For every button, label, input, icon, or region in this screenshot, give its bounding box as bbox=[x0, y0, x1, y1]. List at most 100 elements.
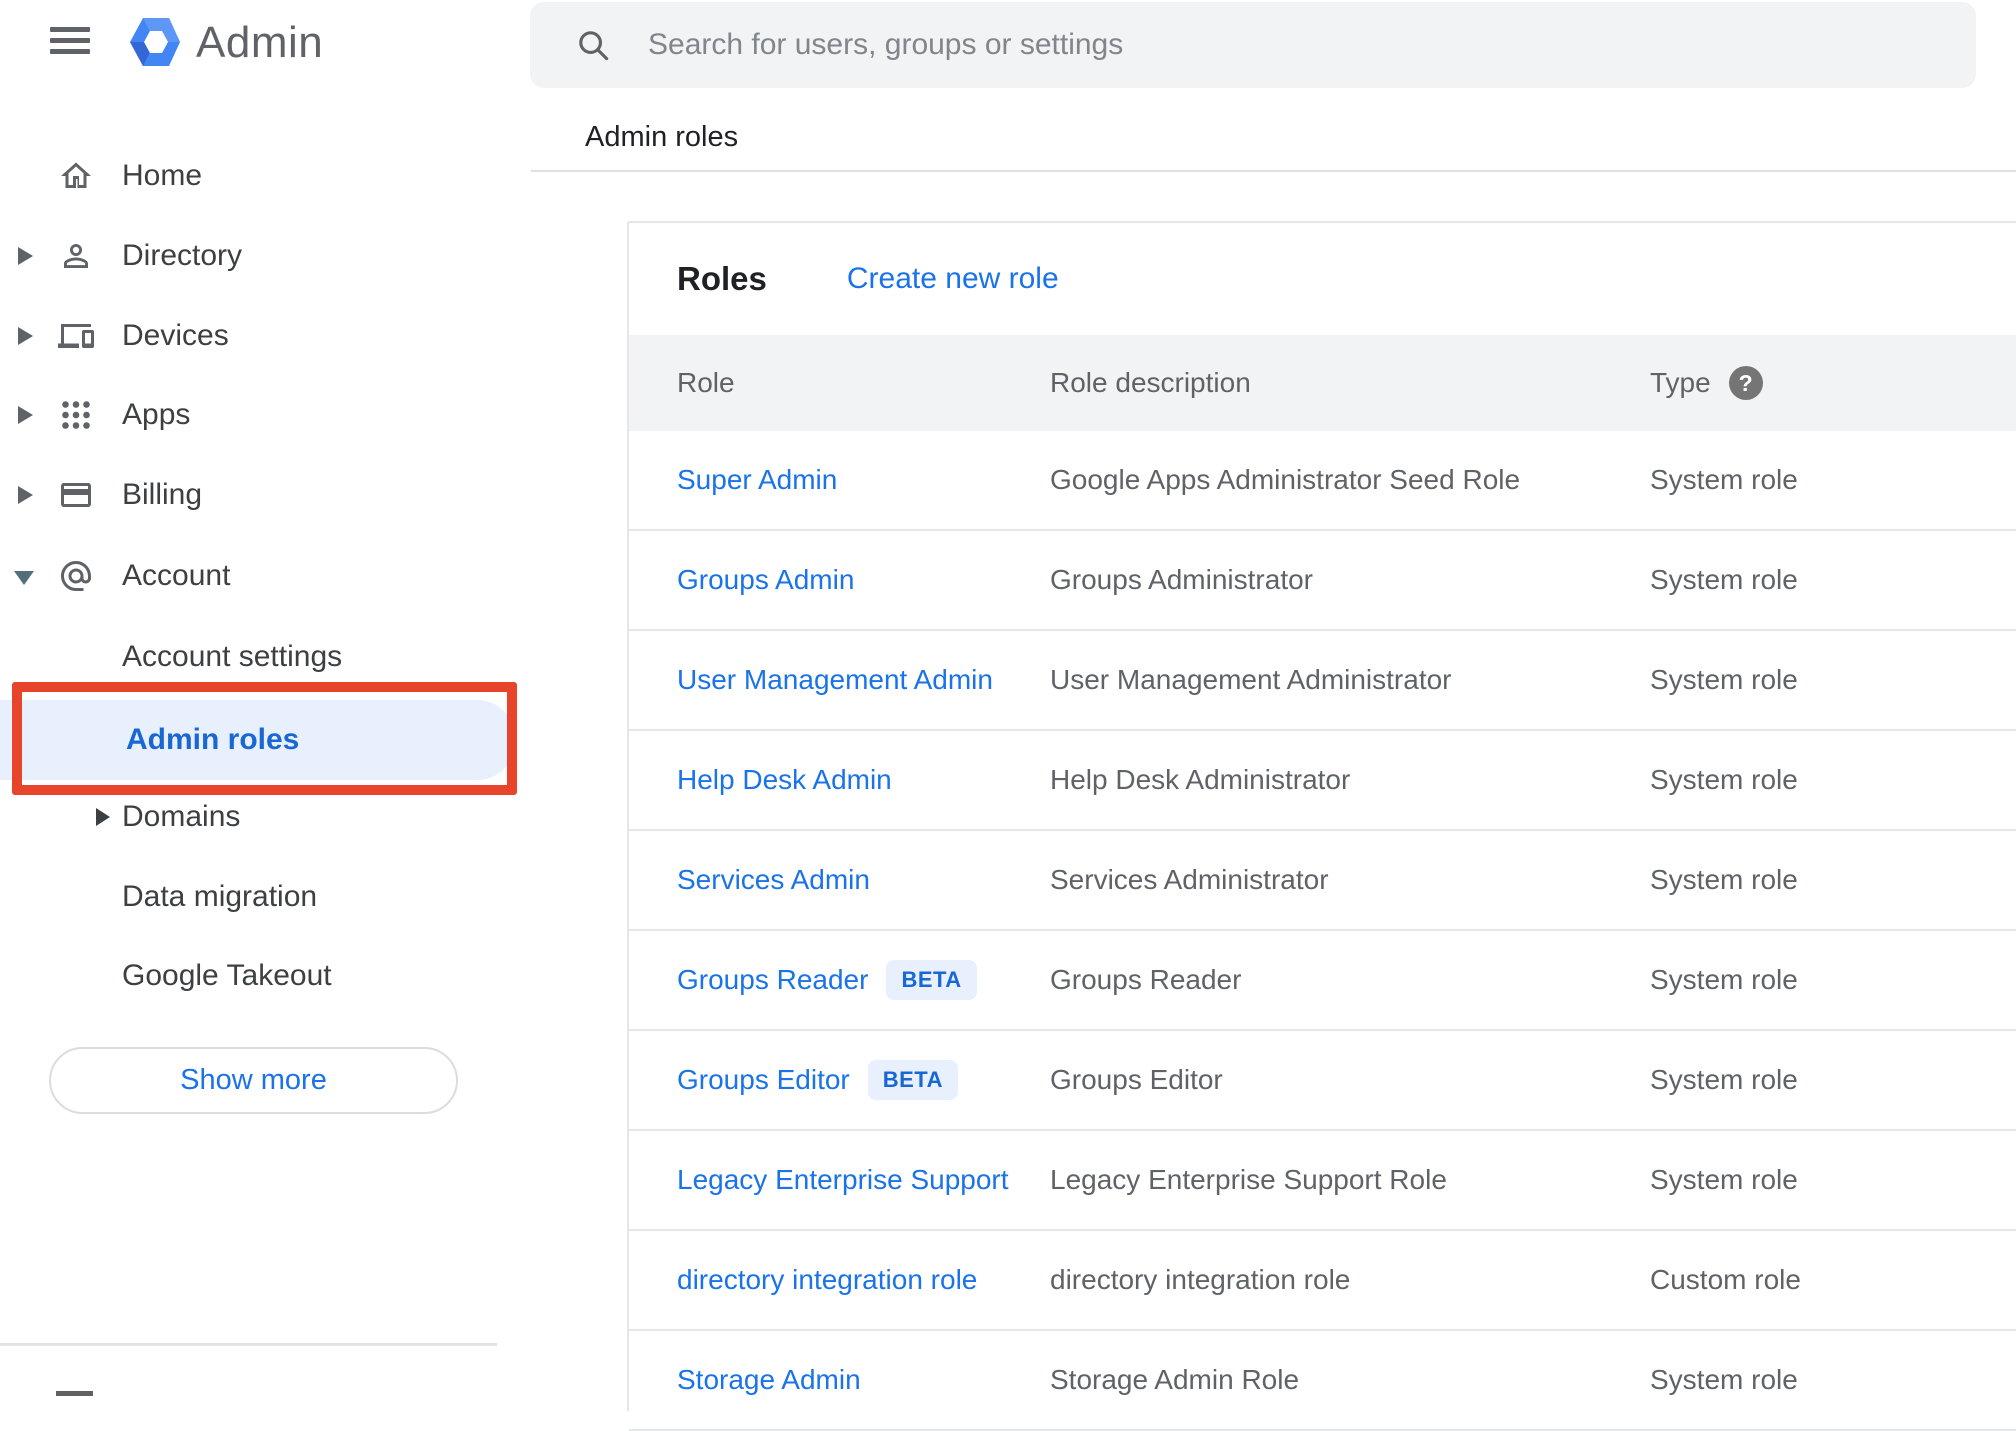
table-row: Groups Reader BETA Groups Reader System rol… bbox=[629, 931, 2016, 1031]
role-description: directory integration role bbox=[1050, 1264, 1351, 1295]
sidebar-divider bbox=[0, 1343, 497, 1346]
role-description: Legacy Enterprise Support Role bbox=[1050, 1164, 1447, 1195]
role-type: System role bbox=[1650, 1164, 1798, 1195]
sidebar: Admin Home Directory Devices Apps Billin… bbox=[0, 0, 517, 1396]
sidebar-item-label: Data migration bbox=[122, 880, 318, 913]
role-link[interactable]: Groups Editor bbox=[677, 1064, 850, 1096]
table-body: Super Admin Google Apps Administrator See… bbox=[629, 431, 2016, 1431]
role-type: System role bbox=[1650, 564, 1798, 595]
role-link[interactable]: Services Admin bbox=[677, 864, 870, 896]
beta-badge: BETA bbox=[867, 1060, 959, 1100]
sidebar-item-label: Account settings bbox=[122, 640, 343, 673]
sidebar-item-data-migration[interactable]: Data migration bbox=[0, 865, 515, 929]
role-link[interactable]: Storage Admin bbox=[677, 1364, 861, 1396]
sidebar-item-admin-roles-selected[interactable]: Admin roles bbox=[0, 700, 517, 780]
table-header-row: Role Role description Type ? bbox=[629, 335, 2016, 431]
expand-caret-icon[interactable] bbox=[18, 247, 33, 265]
role-description: Groups Reader bbox=[1050, 964, 1242, 995]
role-link[interactable]: Super Admin bbox=[677, 464, 837, 496]
role-description: Services Administrator bbox=[1050, 864, 1329, 895]
apps-grid-icon bbox=[58, 397, 94, 433]
app-title: Admin bbox=[196, 18, 324, 67]
role-link[interactable]: Help Desk Admin bbox=[677, 764, 892, 796]
role-link[interactable]: directory integration role bbox=[677, 1264, 977, 1296]
sidebar-item-billing[interactable]: Billing bbox=[0, 455, 515, 535]
sidebar-item-label: Domains bbox=[122, 800, 241, 833]
role-type: System role bbox=[1650, 764, 1798, 795]
table-row: Help Desk Admin Help Desk Administrator Sy… bbox=[629, 731, 2016, 831]
table-row: Services Admin Services Administrator Syst… bbox=[629, 831, 2016, 931]
table-row: Super Admin Google Apps Administrator See… bbox=[629, 431, 2016, 531]
role-description: User Management Administrator bbox=[1050, 664, 1452, 695]
column-header-type-label: Type bbox=[1650, 367, 1711, 398]
role-type: System role bbox=[1650, 464, 1798, 495]
role-link[interactable]: Legacy Enterprise Support bbox=[677, 1164, 1009, 1196]
expand-caret-icon[interactable] bbox=[96, 808, 110, 826]
table-row: Storage Admin Storage Admin Role System ro… bbox=[629, 1331, 2016, 1431]
help-icon[interactable]: ? bbox=[1728, 366, 1763, 400]
search-bar[interactable] bbox=[530, 2, 1976, 88]
partial-item-icon bbox=[56, 1391, 93, 1396]
sidebar-item-label: Home bbox=[122, 159, 203, 192]
role-type: System role bbox=[1650, 964, 1798, 995]
sidebar-item-label: Google Takeout bbox=[122, 959, 332, 992]
sidebar-item-label: Billing bbox=[122, 478, 203, 511]
role-description: Groups Administrator bbox=[1050, 564, 1313, 595]
card-header: Roles Create new role bbox=[629, 223, 2016, 335]
role-link[interactable]: Groups Reader bbox=[677, 964, 868, 996]
table-row: Groups Admin Groups Administrator System r… bbox=[629, 531, 2016, 631]
sidebar-item-home[interactable]: Home bbox=[0, 136, 515, 216]
role-type: System role bbox=[1650, 664, 1798, 695]
role-link[interactable]: Groups Admin bbox=[677, 564, 854, 596]
person-icon bbox=[58, 238, 94, 274]
sidebar-item-domains[interactable]: Domains bbox=[0, 785, 515, 849]
breadcrumb-divider bbox=[531, 170, 2016, 172]
sidebar-item-apps[interactable]: Apps bbox=[0, 375, 515, 455]
role-link[interactable]: User Management Admin bbox=[677, 664, 993, 696]
role-type: System role bbox=[1650, 1064, 1798, 1095]
sidebar-item-label: Admin roles bbox=[126, 723, 300, 756]
table-row: Groups Editor BETA Groups Editor System rol… bbox=[629, 1031, 2016, 1131]
show-more-button[interactable]: Show more bbox=[49, 1047, 458, 1114]
expand-caret-icon[interactable] bbox=[18, 406, 33, 424]
breadcrumb: Admin roles bbox=[585, 121, 739, 153]
sidebar-item-label: Account bbox=[122, 559, 231, 592]
roles-card: Roles Create new role Role Role descript… bbox=[627, 221, 2016, 1431]
beta-badge: BETA bbox=[886, 960, 977, 1000]
sidebar-item-label: Devices bbox=[122, 319, 229, 352]
sidebar-item-directory[interactable]: Directory bbox=[0, 216, 515, 296]
home-icon bbox=[58, 158, 94, 194]
sidebar-item-devices[interactable]: Devices bbox=[0, 296, 515, 376]
sidebar-item-account-settings[interactable]: Account settings bbox=[0, 625, 515, 689]
sidebar-item-google-takeout[interactable]: Google Takeout bbox=[0, 944, 515, 1008]
table-row: Legacy Enterprise Support Legacy Enterpri… bbox=[629, 1131, 2016, 1231]
search-icon bbox=[579, 31, 609, 61]
billing-card-icon bbox=[58, 477, 94, 513]
expand-caret-icon[interactable] bbox=[18, 327, 33, 345]
collapse-caret-icon[interactable] bbox=[14, 571, 34, 585]
create-new-role-link[interactable]: Create new role bbox=[847, 262, 1059, 296]
devices-icon bbox=[58, 318, 94, 354]
role-description: Storage Admin Role bbox=[1050, 1364, 1300, 1395]
admin-logo-icon bbox=[128, 13, 182, 76]
role-description: Google Apps Administrator Seed Role bbox=[1050, 464, 1521, 495]
role-description: Groups Editor bbox=[1050, 1064, 1223, 1095]
column-header-description: Role description bbox=[1050, 367, 1251, 398]
sidebar-item-label: Apps bbox=[122, 398, 191, 431]
column-header-role: Role bbox=[677, 367, 735, 398]
role-type: Custom role bbox=[1650, 1264, 1801, 1295]
sidebar-item-label: Directory bbox=[122, 239, 243, 272]
table-row: User Management Admin User Management Adm… bbox=[629, 631, 2016, 731]
at-icon bbox=[58, 558, 94, 594]
search-input[interactable] bbox=[646, 27, 1850, 63]
show-more-label: Show more bbox=[180, 1064, 327, 1096]
card-title: Roles bbox=[677, 260, 767, 297]
expand-caret-icon[interactable] bbox=[18, 486, 33, 504]
role-type: System role bbox=[1650, 1364, 1798, 1395]
table-row: directory integration role directory inte… bbox=[629, 1231, 2016, 1331]
column-header-type: Type ? bbox=[1650, 366, 2016, 400]
role-description: Help Desk Administrator bbox=[1050, 764, 1351, 795]
sidebar-item-account[interactable]: Account bbox=[0, 536, 515, 616]
role-type: System role bbox=[1650, 864, 1798, 895]
menu-icon[interactable] bbox=[50, 27, 90, 55]
